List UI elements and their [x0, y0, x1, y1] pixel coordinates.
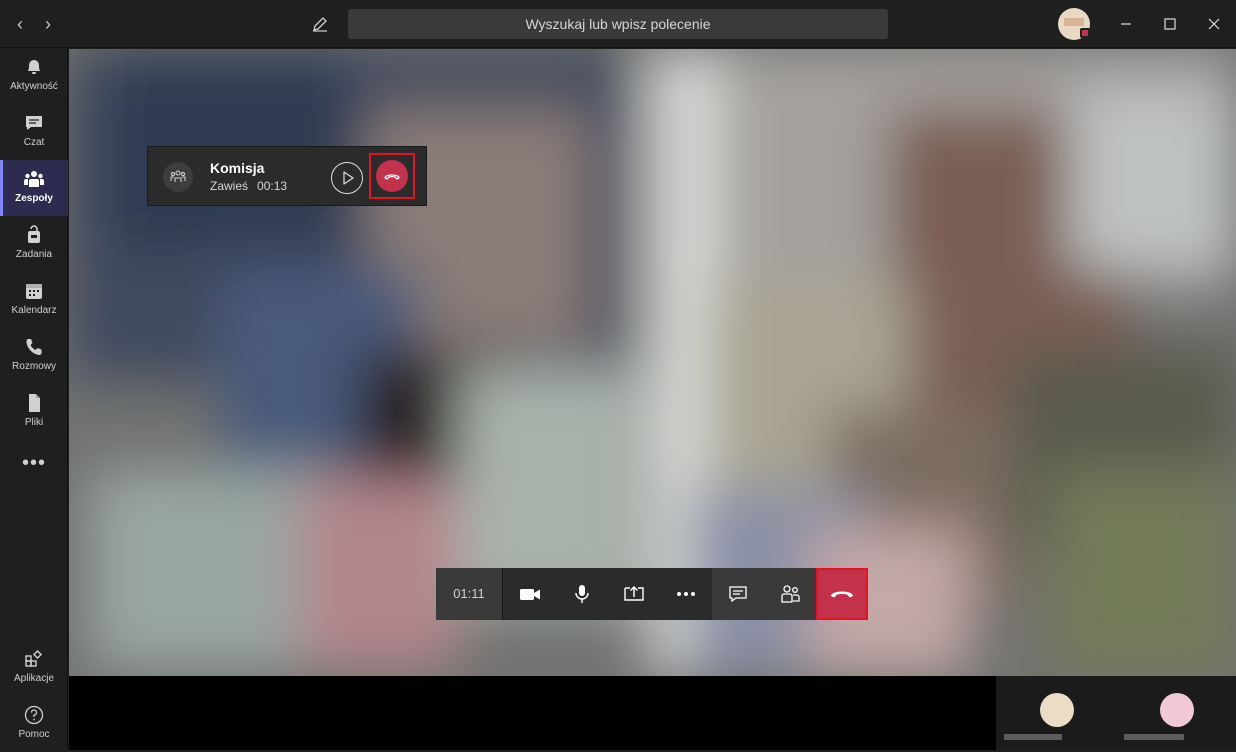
divider — [502, 568, 503, 620]
share-screen-icon — [624, 585, 644, 601]
held-call-hangup-button[interactable] — [376, 160, 408, 192]
held-call-status: Zawieś — [210, 179, 249, 193]
rail-item-label: Aktywność — [10, 81, 58, 92]
forward-arrow-icon[interactable]: › — [36, 12, 60, 36]
share-screen-button[interactable] — [608, 568, 660, 620]
rail-item-label: Zespoły — [15, 193, 53, 204]
rail-item-teams[interactable]: Zespoły — [0, 160, 68, 216]
more-actions-button[interactable] — [660, 568, 712, 620]
search-input[interactable]: Wyszukaj lub wpisz polecenie — [348, 9, 888, 39]
avatar — [1160, 693, 1194, 727]
call-timer: 01:11 — [436, 568, 502, 620]
camera-button[interactable] — [504, 568, 556, 620]
close-icon[interactable] — [1202, 12, 1226, 36]
rail-item-chat[interactable]: Czat — [0, 104, 68, 160]
call-controls-bar: 01:11 — [436, 568, 868, 620]
rail-item-files[interactable]: Pliki — [0, 384, 68, 440]
compose-icon[interactable] — [308, 12, 332, 36]
rail-item-help[interactable]: Pomoc — [0, 696, 68, 752]
status-badge — [1080, 28, 1090, 38]
chat-icon — [26, 116, 42, 130]
resume-call-button[interactable] — [331, 162, 363, 194]
hangup-button[interactable] — [816, 568, 868, 620]
participant-thumbnail[interactable] — [1116, 676, 1236, 750]
rail-item-label: Pomoc — [18, 729, 50, 740]
rail-item-calls[interactable]: Rozmowy — [0, 328, 68, 384]
help-icon — [24, 705, 44, 725]
back-arrow-icon[interactable]: ‹ — [8, 12, 32, 36]
held-call-hangup-highlight — [369, 153, 415, 199]
rail-item-assignments[interactable]: Zadania — [0, 216, 68, 272]
rail-item-label: Pliki — [24, 417, 44, 428]
participant-thumbnail[interactable] — [996, 676, 1116, 750]
panel-toggles — [712, 568, 816, 620]
participant-name-redacted — [1124, 734, 1184, 740]
more-icon — [677, 592, 695, 596]
held-call-status-line: Zawieś 00:13 — [210, 179, 296, 193]
participant-name-redacted — [1004, 734, 1062, 740]
participants-icon — [781, 585, 800, 603]
camera-icon — [520, 589, 540, 600]
rail-item-label: Kalendarz — [11, 305, 57, 316]
microphone-button[interactable] — [556, 568, 608, 620]
minimize-icon[interactable] — [1114, 12, 1138, 36]
rail-item-activity[interactable]: Aktywność — [0, 48, 68, 104]
apps-icon — [25, 649, 43, 667]
group-icon — [163, 162, 193, 192]
chat-icon — [729, 586, 747, 603]
held-call-duration: 00:13 — [257, 179, 288, 193]
avatar — [1040, 693, 1074, 727]
participants-button[interactable] — [764, 568, 816, 620]
rail-item-apps[interactable]: Aplikacje — [0, 640, 68, 696]
app-rail: Aktywność Czat Zespoły Zadania Kalendarz… — [0, 48, 68, 750]
rail-item-label: Zadania — [15, 249, 53, 260]
held-call-card: Komisja Zawieś 00:13 — [147, 146, 427, 206]
hangup-icon — [831, 591, 853, 598]
phone-icon — [26, 339, 42, 355]
rail-item-label: Czat — [23, 137, 45, 148]
conversation-button[interactable] — [712, 568, 764, 620]
title-bar: ‹ › Wyszukaj lub wpisz polecenie — [0, 0, 1236, 48]
rail-item-label: Rozmowy — [12, 361, 56, 372]
calendar-icon — [26, 284, 42, 299]
microphone-icon — [575, 585, 589, 603]
hangup-icon — [384, 174, 400, 180]
rail-item-label: Aplikacje — [13, 673, 55, 684]
held-call-title: Komisja — [210, 160, 265, 176]
teams-icon — [24, 171, 44, 187]
maximize-icon[interactable] — [1158, 12, 1182, 36]
rail-item-calendar[interactable]: Kalendarz — [0, 272, 68, 328]
bell-icon — [28, 60, 40, 74]
play-icon — [343, 171, 354, 185]
assignments-icon — [28, 225, 40, 243]
more-apps-icon[interactable]: ••• — [22, 453, 46, 480]
file-icon — [29, 394, 40, 412]
